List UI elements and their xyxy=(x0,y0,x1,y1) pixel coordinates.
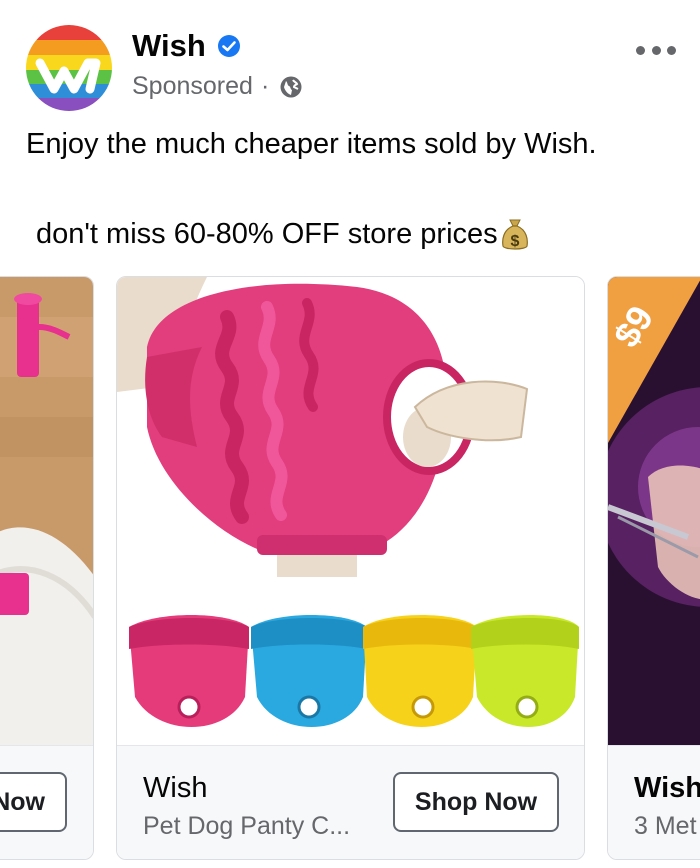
product-image-right[interactable]: $9 xyxy=(608,277,700,745)
card-footer-right: Wish 3 Met xyxy=(608,745,700,859)
carousel-card-left[interactable]: Now xyxy=(0,276,94,860)
svg-text:$: $ xyxy=(510,233,519,250)
carousel-card-main[interactable]: Wish Pet Dog Panty C... Shop Now xyxy=(116,276,585,860)
card-subtitle[interactable]: Pet Dog Panty C... xyxy=(143,812,350,841)
money-bag-icon: $ xyxy=(500,216,530,252)
verified-badge-icon xyxy=(217,34,241,58)
separator-dot: · xyxy=(260,72,270,100)
carousel-card-right[interactable]: $9 Wish 3 Met xyxy=(607,276,700,860)
globe-icon xyxy=(279,75,303,99)
post-caption-line2: don't miss 60-80% OFF store prices $ xyxy=(36,216,530,252)
product-image-left[interactable] xyxy=(0,277,93,745)
card-subtitle-right[interactable]: 3 Met xyxy=(634,812,697,841)
more-options-icon[interactable] xyxy=(636,44,676,58)
wish-logo-avatar[interactable] xyxy=(26,25,112,111)
sponsored-line: Sponsored · xyxy=(132,72,303,101)
card-footer-main: Wish Pet Dog Panty C... Shop Now xyxy=(117,745,584,859)
card-footer-left: Now xyxy=(0,745,93,859)
brand-name[interactable]: Wish xyxy=(132,28,206,64)
post-header: Wish Sponsored · xyxy=(0,0,700,120)
card-title[interactable]: Wish xyxy=(143,772,207,805)
shop-now-button-left[interactable]: Now xyxy=(0,772,67,832)
post-caption-line1: Enjoy the much cheaper items sold by Wis… xyxy=(26,128,597,160)
post-caption-line2-text: don't miss 60-80% OFF store prices xyxy=(36,217,498,250)
sponsored-label[interactable]: Sponsored xyxy=(132,72,253,101)
card-title-right[interactable]: Wish xyxy=(634,772,700,805)
product-image-main[interactable] xyxy=(117,277,584,745)
shop-now-button[interactable]: Shop Now xyxy=(393,772,559,832)
